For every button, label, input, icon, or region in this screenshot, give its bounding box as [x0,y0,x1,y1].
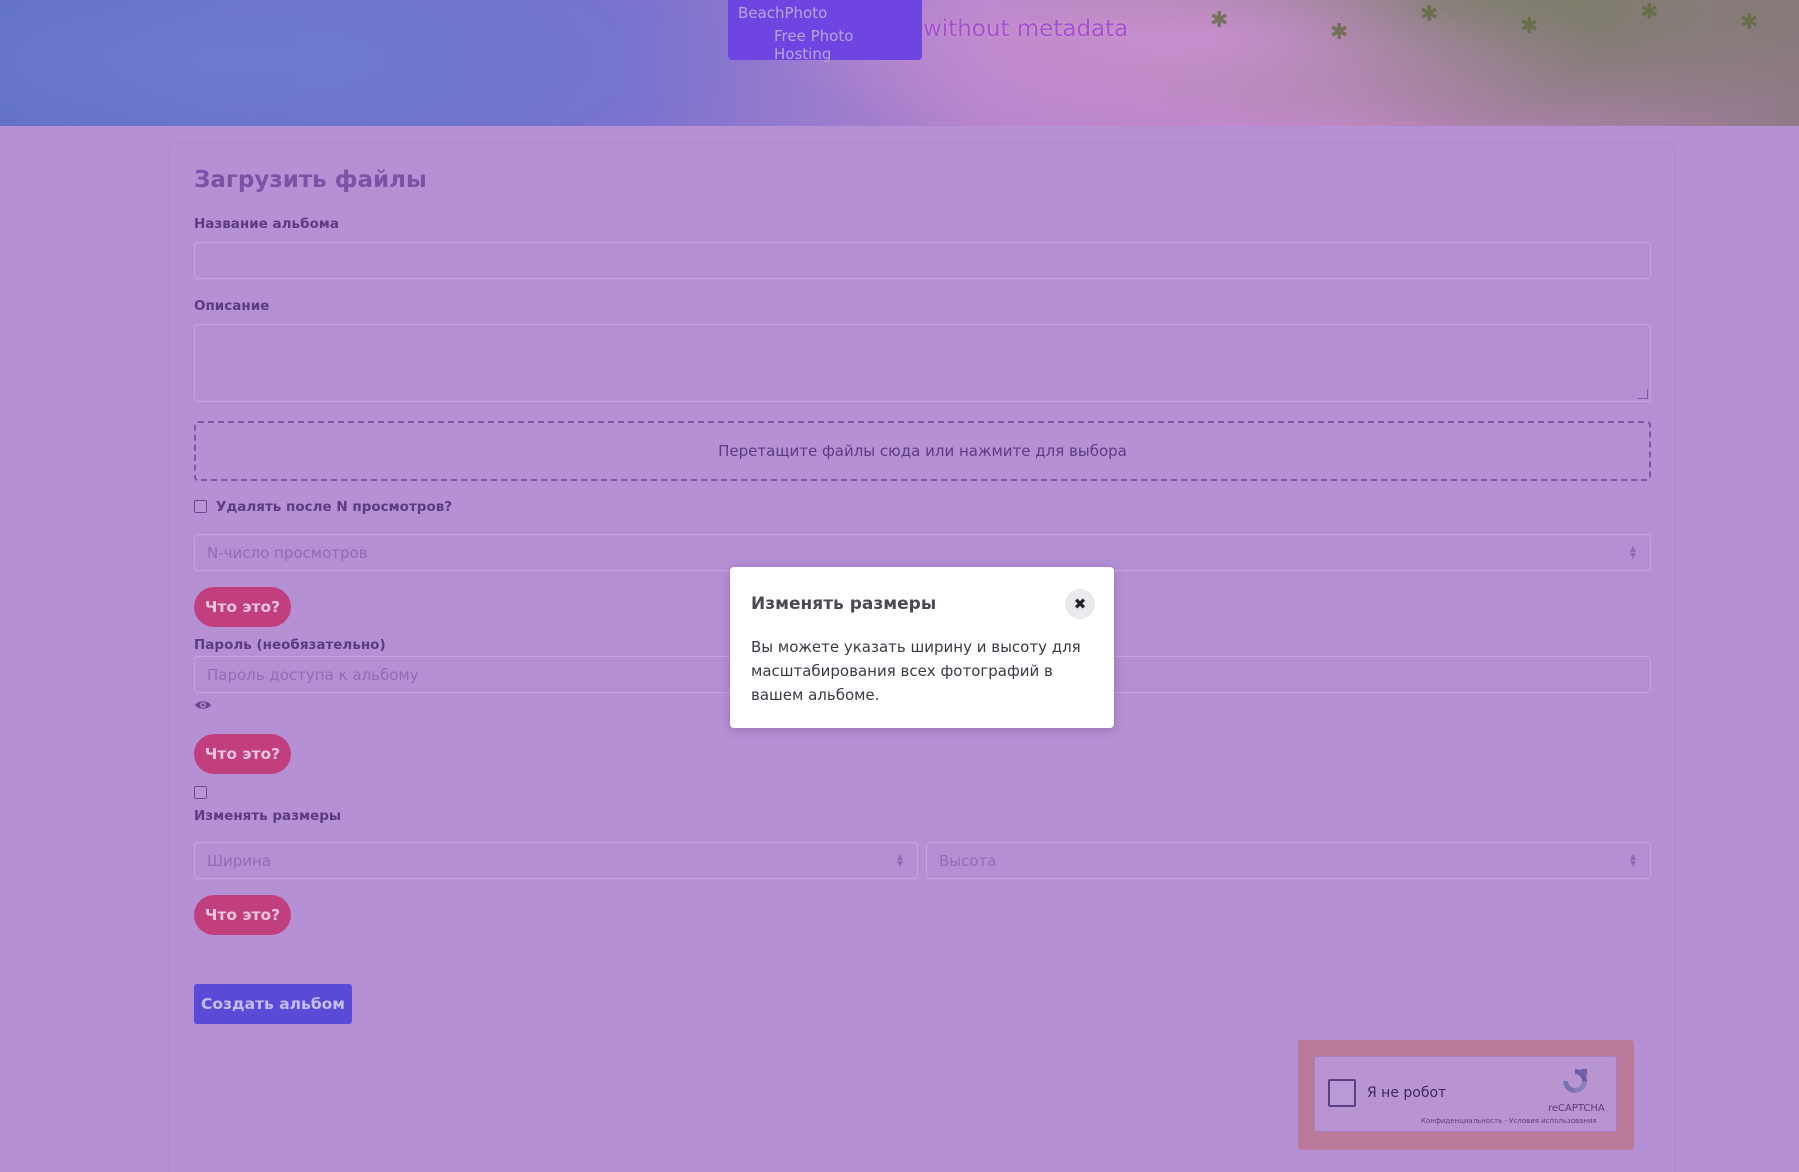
recaptcha-brand: reCAPTCHA [1548,1103,1605,1114]
height-placeholder: Высота [939,851,997,870]
what-is-this-password-button[interactable]: Что это? [194,734,291,774]
palm-decor: ✱ [1420,2,1439,27]
description-label: Описание [194,298,270,314]
spinner-arrows-icon[interactable]: ▲ ▼ [1628,852,1638,869]
views-count-input[interactable]: N-число просмотров ▲ ▼ [194,534,1651,571]
modal-title: Изменять размеры [751,594,937,614]
resize-info-modal: Изменять размеры ✖ Вы можете указать шир… [730,567,1114,728]
spinner-arrows-icon[interactable]: ▲ ▼ [895,852,905,869]
what-is-this-resize-button[interactable]: Что это? [194,895,291,935]
delete-after-views-label[interactable]: Удалять после N просмотров? [216,499,452,515]
palm-decor: ✱ [1640,0,1659,25]
delete-after-views-checkbox[interactable] [194,500,207,513]
description-textarea[interactable] [194,324,1651,402]
close-icon[interactable]: ✖ [1065,589,1095,619]
resize-handle-icon[interactable] [1638,389,1648,399]
password-label: Пароль (необязательно) [194,637,386,653]
recaptcha-label: Я не робот [1367,1085,1447,1101]
album-name-input[interactable] [194,242,1651,279]
views-count-placeholder: N-число просмотров [207,543,368,562]
create-album-button[interactable]: Создать альбом [194,984,352,1024]
width-input[interactable]: Ширина ▲ ▼ [194,842,918,879]
eye-icon[interactable] [194,698,212,712]
width-placeholder: Ширина [207,851,272,870]
modal-body: Вы можете указать ширину и высоту для ма… [751,638,1081,704]
file-dropzone[interactable]: Перетащите файлы сюда или нажмите для вы… [194,421,1651,481]
height-input[interactable]: Высота ▲ ▼ [926,842,1651,879]
resize-checkbox[interactable] [194,786,207,799]
brand-tagline: without metadata [923,16,1129,42]
palm-decor: ✱ [1210,8,1229,33]
page-title: Загрузить файлы [194,167,427,193]
brand-subtitle: Free Photo Hosting [774,27,854,63]
recaptcha-checkbox[interactable] [1328,1079,1356,1107]
palm-decor: ✱ [1740,10,1759,35]
resize-label: Изменять размеры [194,808,342,824]
password-placeholder: Пароль доступа к альбому [207,665,419,684]
album-name-label: Название альбома [194,216,339,232]
brand-name: BeachPhoto [738,4,828,22]
brand-logo[interactable]: BeachPhoto Free Photo Hosting [728,0,922,63]
palm-decor: ✱ [1520,14,1539,39]
palm-decor: ✱ [1330,20,1349,45]
what-is-this-views-button[interactable]: Что это? [194,587,291,627]
recaptcha-logo-icon [1563,1069,1587,1093]
spinner-arrows-icon[interactable]: ▲ ▼ [1628,544,1638,561]
recaptcha-links[interactable]: Конфиденциальность - Условия использован… [1421,1117,1597,1125]
